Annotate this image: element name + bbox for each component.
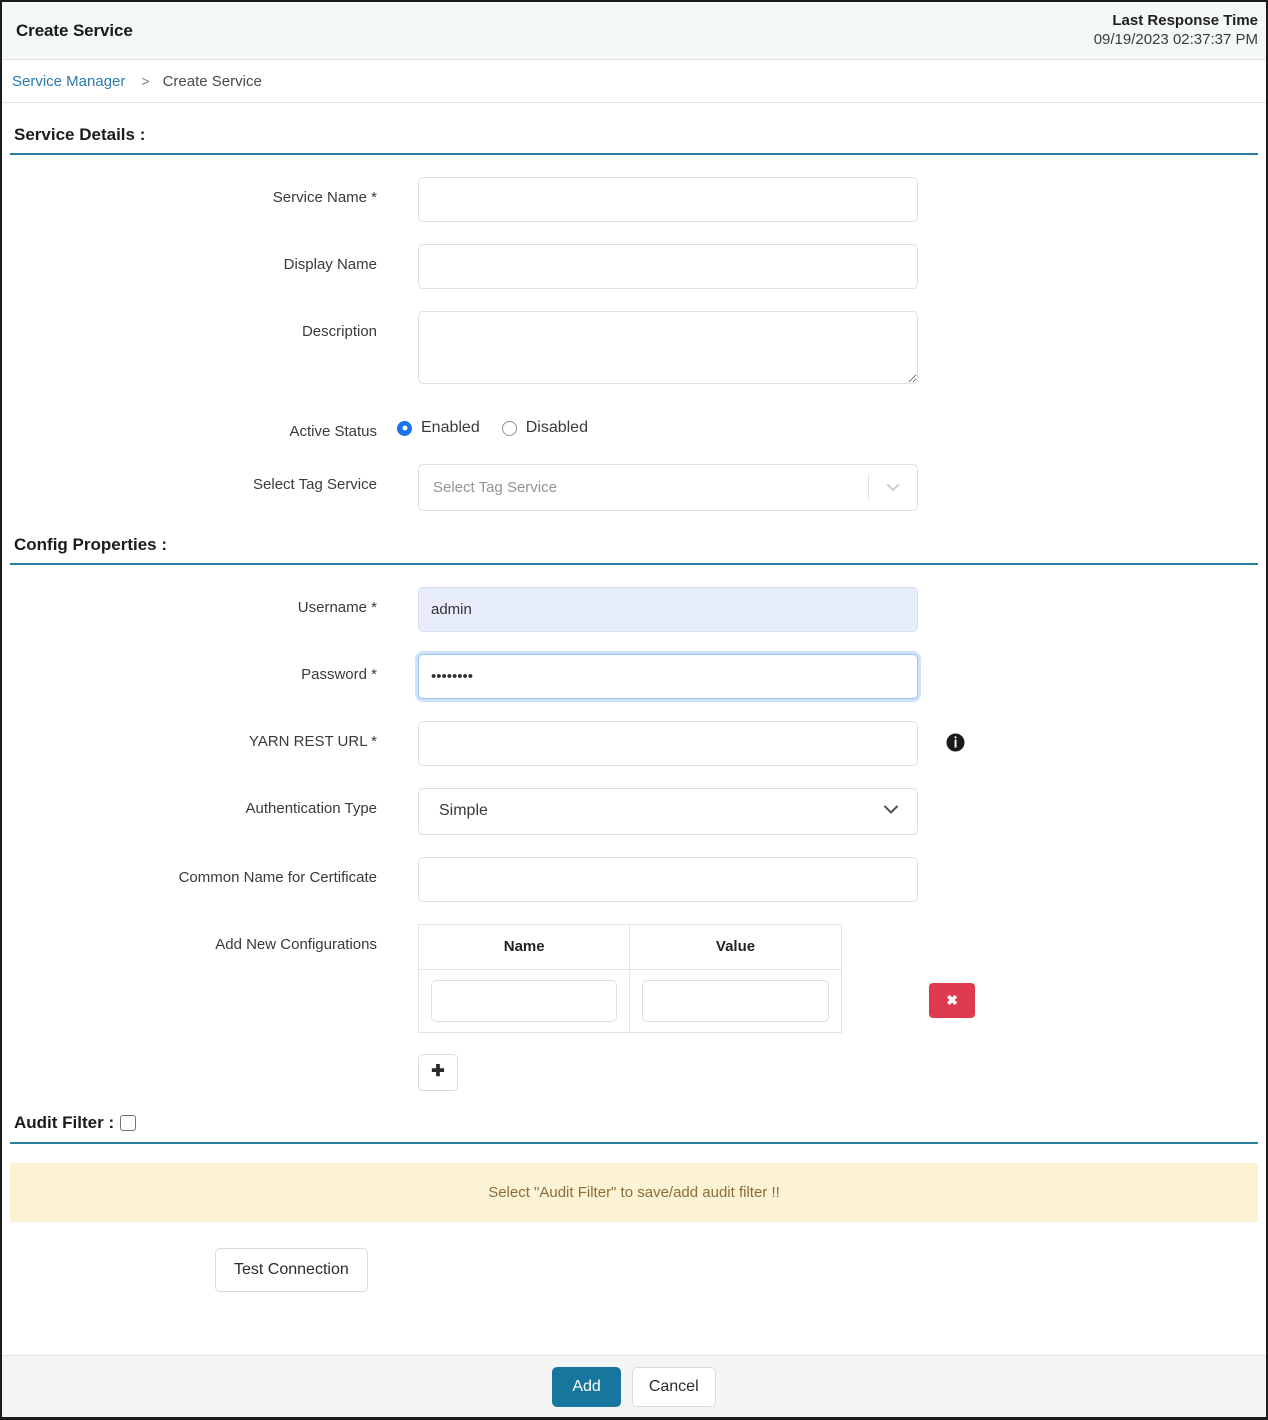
common-name-field-wrap [418, 856, 918, 902]
row-password: Password * [2, 653, 1266, 699]
add-new-configurations-wrap: Name Value ✖ ✚ [417, 923, 1053, 1091]
yarn-rest-url-input[interactable] [418, 720, 918, 766]
cell-config-actions: ✖ [841, 969, 1052, 1032]
yarn-rest-url-label: YARN REST URL * [248, 732, 377, 750]
last-response-time-label: Last Response Time [1112, 12, 1258, 30]
row-yarn-rest-url: YARN REST URL * [2, 720, 1266, 766]
column-header-name: Name [417, 923, 631, 970]
authentication-type-value: Simple [439, 802, 488, 819]
username-field-wrap [418, 586, 918, 632]
form-footer: Add Cancel [2, 1355, 1266, 1417]
service-name-label: Service Name * [272, 189, 377, 206]
chevron-down-icon[interactable] [869, 477, 917, 497]
row-display-name: Display Name [2, 244, 1266, 289]
tag-service-label: Select Tag Service [253, 475, 377, 493]
authentication-type-field-wrap: Simple [418, 787, 918, 835]
service-name-field-wrap [418, 177, 918, 222]
table-header-row: Name Value [417, 923, 1053, 970]
column-header-actions [841, 924, 1052, 969]
service-details-heading: Service Details : [10, 103, 1258, 155]
column-header-value: Value [629, 923, 842, 970]
config-value-input[interactable] [642, 979, 829, 1022]
password-label: Password * [301, 665, 377, 683]
common-name-label: Common Name for Certificate [178, 868, 377, 886]
page-header: Create Service Last Response Time 09/19/… [2, 2, 1266, 60]
radio-disabled[interactable]: Disabled [501, 419, 588, 437]
radio-enabled[interactable]: Enabled [397, 419, 480, 437]
authentication-type-label: Authentication Type [245, 799, 377, 817]
row-service-name: Service Name * [2, 177, 1266, 222]
radio-disabled-label: Disabled [525, 419, 588, 436]
row-tag-service: Select Tag Service Select Tag Service [2, 463, 1266, 511]
password-input[interactable] [418, 653, 918, 699]
configurations-table: Name Value ✖ [417, 923, 1053, 1033]
tag-service-field-wrap: Select Tag Service [418, 463, 918, 511]
delete-config-row-button[interactable]: ✖ [929, 983, 976, 1018]
radio-enabled-indicator-icon [397, 420, 412, 436]
test-connection-button[interactable]: Test Connection [215, 1247, 368, 1292]
username-label: Username * [297, 598, 377, 616]
yarn-rest-url-field-wrap [418, 720, 965, 766]
cell-config-value [629, 968, 842, 1033]
tag-service-select[interactable]: Select Tag Service [418, 463, 918, 511]
create-service-window: Create Service Last Response Time 09/19/… [0, 0, 1268, 1420]
username-input[interactable] [418, 586, 918, 632]
active-status-radio-group: Enabled Disabled [397, 411, 610, 437]
row-description: Description [2, 311, 1266, 389]
row-add-new-configurations: Add New Configurations Name Value ✖ ✚ [2, 923, 1266, 1091]
test-connection-wrap: Test Connection [2, 1222, 1266, 1292]
active-status-label: Active Status [289, 423, 377, 440]
breadcrumb-current: Create Service [162, 72, 262, 90]
row-authentication-type: Authentication Type Simple [2, 787, 1266, 835]
table-row: ✖ [417, 968, 1053, 1033]
radio-enabled-label: Enabled [421, 419, 480, 436]
password-field-wrap [418, 653, 918, 699]
description-textarea[interactable] [418, 311, 918, 384]
add-config-row-button[interactable]: ✚ [418, 1053, 458, 1091]
service-name-input[interactable] [418, 177, 918, 222]
add-new-configurations-label: Add New Configurations [215, 935, 377, 953]
authentication-type-select[interactable]: Simple [418, 787, 918, 835]
audit-filter-heading: Audit Filter : [10, 1113, 1258, 1144]
cancel-button[interactable]: Cancel [631, 1366, 716, 1407]
row-common-name: Common Name for Certificate [2, 856, 1266, 902]
cell-config-name [417, 968, 631, 1033]
row-active-status: Active Status Enabled Disabled [2, 411, 1266, 442]
add-button[interactable]: Add [552, 1366, 621, 1407]
last-response-time-value: 09/19/2023 02:37:37 PM [1093, 30, 1258, 48]
display-name-label: Display Name [283, 256, 377, 273]
common-name-input[interactable] [418, 856, 918, 902]
chevron-down-icon [880, 798, 902, 825]
row-username: Username * [2, 586, 1266, 632]
info-icon[interactable] [946, 733, 965, 752]
config-properties-heading: Config Properties : [10, 511, 1258, 565]
display-name-input[interactable] [418, 244, 918, 289]
display-name-field-wrap [418, 244, 918, 289]
description-field-wrap [418, 311, 918, 389]
tag-service-placeholder: Select Tag Service [433, 478, 557, 496]
form-content: Service Details : Service Name * Display… [2, 103, 1266, 1355]
config-name-input[interactable] [431, 979, 618, 1022]
breadcrumb: Service Manager > Create Service [2, 60, 1266, 103]
breadcrumb-link-service-manager[interactable]: Service Manager [12, 73, 125, 90]
last-response-time: Last Response Time 09/19/2023 02:37:37 P… [1094, 12, 1258, 49]
page-title: Create Service [16, 20, 133, 40]
audit-filter-label: Audit Filter : [14, 1112, 115, 1132]
radio-disabled-indicator-icon [501, 420, 517, 436]
description-label: Description [301, 323, 377, 340]
audit-filter-checkbox[interactable] [120, 1114, 137, 1131]
audit-filter-alert: Select "Audit Filter" to save/add audit … [10, 1162, 1258, 1222]
breadcrumb-separator-icon: > [141, 73, 150, 89]
